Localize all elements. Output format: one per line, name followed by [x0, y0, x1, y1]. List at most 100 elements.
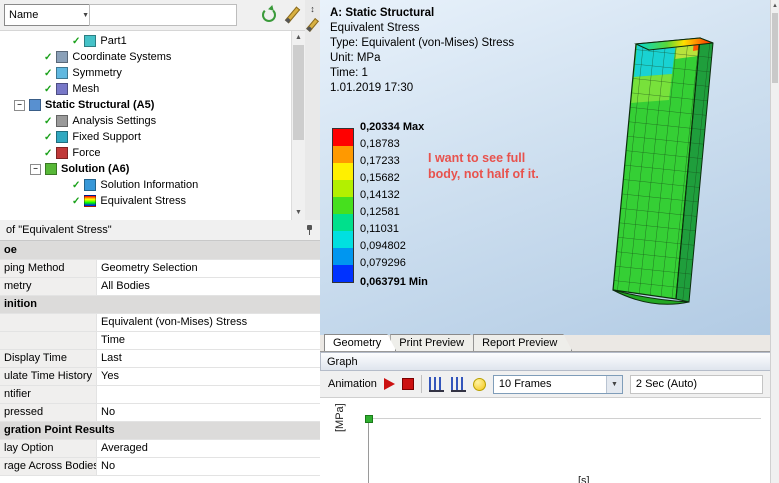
solution-information-icon [84, 179, 97, 191]
legend-band [333, 146, 353, 163]
scroll-down-icon[interactable]: ▼ [292, 206, 305, 219]
chevron-down-icon[interactable]: ▼ [605, 375, 622, 393]
details-value[interactable] [97, 386, 320, 403]
duration-field[interactable]: 2 Sec (Auto) [629, 374, 763, 394]
legend-band [333, 129, 353, 146]
animation-toolbar: Animation 10 Frames ▼ 2 Sec (Auto) [320, 371, 771, 398]
refresh-tree-button[interactable] [258, 4, 280, 26]
tree-item-force[interactable]: ✓ Force [0, 145, 292, 161]
y-axis-label: [MPa] [334, 403, 346, 432]
scroll-up-icon[interactable]: ▲ [771, 0, 779, 13]
scrollbar-thumb[interactable] [293, 45, 304, 140]
legend-band [333, 231, 353, 248]
graph-plot-area[interactable]: [MPa] [s] [320, 398, 771, 483]
details-row: Equivalent (von-Mises) Stress [0, 314, 320, 332]
details-value[interactable]: All Bodies [97, 278, 320, 295]
time-steps-icon[interactable] [450, 376, 466, 392]
tab-report-preview[interactable]: Report Preview [473, 334, 572, 351]
lightbulb-icon[interactable] [472, 377, 486, 391]
tree-filter-input[interactable] [89, 4, 237, 26]
details-label: metry [0, 278, 97, 295]
graphics-viewport[interactable]: A: Static Structural Equivalent Stress T… [320, 0, 771, 335]
result-sets-icon[interactable] [428, 376, 444, 392]
tree-item-label: Analysis Settings [72, 115, 157, 127]
details-value[interactable]: Time [97, 332, 320, 349]
details-grid: oe ping Method Geometry Selection metry … [0, 241, 320, 483]
panel-arrows-icon[interactable]: ↕ [306, 2, 319, 16]
scrollbar-thumb[interactable] [772, 13, 778, 83]
details-value[interactable]: Yes [97, 368, 320, 385]
play-button[interactable] [383, 378, 395, 390]
outline-tree-panel: Name ▼ ✓ Part1 ✓ Coordinate Systems ✓ Sy… [0, 0, 306, 221]
tab-print-preview[interactable]: Print Preview [390, 334, 479, 351]
stress-result-model[interactable] [558, 12, 758, 322]
plot-y-axis [368, 418, 369, 483]
details-value[interactable]: Last [97, 350, 320, 367]
checkmark-icon: ✓ [44, 115, 53, 127]
details-label: ulate Time History [0, 368, 97, 385]
graph-panel-title: Graph [327, 355, 358, 368]
details-value[interactable]: No [97, 458, 320, 475]
panel-edge-strip: ↕ [305, 0, 321, 220]
scroll-up-icon[interactable]: ▲ [292, 31, 305, 44]
panel-edit-icon[interactable] [306, 18, 319, 32]
details-value[interactable]: Averaged [97, 440, 320, 457]
result-name: Equivalent Stress [330, 22, 420, 34]
details-row: ntifier [0, 386, 320, 404]
details-label [0, 314, 97, 331]
details-value[interactable]: No [97, 404, 320, 421]
details-group-header: inition [0, 296, 320, 313]
tree-item-coordinate-systems[interactable]: ✓ Coordinate Systems [0, 49, 292, 65]
annotation-line: I want to see full [428, 151, 526, 165]
stop-button[interactable] [401, 378, 414, 390]
vertical-scrollbar[interactable]: ▲ [770, 0, 779, 483]
equivalent-stress-icon [84, 195, 97, 207]
tree-item-equivalent-stress[interactable]: ✓ Equivalent Stress [0, 193, 292, 209]
edit-filter-button[interactable] [281, 4, 303, 26]
plot-top-gridline [368, 418, 761, 419]
result-type: Type: Equivalent (von-Mises) Stress [330, 37, 515, 49]
name-filter-dropdown[interactable]: Name ▼ [4, 4, 94, 26]
details-label: pressed [0, 404, 97, 421]
details-row: oe [0, 242, 320, 260]
tree-scrollbar[interactable]: ▲ ▼ [291, 31, 305, 220]
result-info-block: A: Static Structural Equivalent Stress T… [330, 6, 514, 96]
duration-value: 2 Sec (Auto) [635, 378, 698, 390]
tree-item-label: Mesh [72, 83, 100, 95]
checkmark-icon: ✓ [44, 131, 53, 143]
mesh-icon [56, 83, 69, 95]
tree-item-mesh[interactable]: ✓ Mesh [0, 81, 292, 97]
legend-band [333, 163, 353, 180]
tree-item-label: Coordinate Systems [72, 51, 172, 63]
view-tabs-bar: Geometry Print Preview Report Preview [320, 335, 771, 352]
details-value[interactable]: Geometry Selection [97, 260, 320, 277]
tree-item-part1[interactable]: ✓ Part1 [0, 33, 292, 49]
tree-item-label: Solution Information [100, 179, 199, 191]
tree-item-analysis-settings[interactable]: ✓ Analysis Settings [0, 113, 292, 129]
tree-item-fixed-support[interactable]: ✓ Fixed Support [0, 129, 292, 145]
checkmark-icon: ✓ [44, 51, 53, 63]
tree-item-solution-information[interactable]: ✓ Solution Information [0, 177, 292, 193]
legend-band [333, 197, 353, 214]
tree-item-static-structural[interactable]: − Static Structural (A5) [0, 97, 292, 113]
legend-value: 0,17233 [360, 155, 400, 167]
timeline-marker[interactable] [365, 415, 373, 423]
checkmark-icon: ✓ [44, 83, 53, 95]
tab-geometry[interactable]: Geometry [324, 334, 396, 351]
details-value[interactable]: Equivalent (von-Mises) Stress [97, 314, 320, 331]
frames-dropdown[interactable]: 10 Frames ▼ [492, 374, 623, 394]
details-row: ulate Time History Yes [0, 368, 320, 386]
tree-item-label: Solution (A6) [61, 163, 130, 175]
pin-icon[interactable] [304, 225, 314, 235]
tab-label: Report Preview [482, 337, 558, 349]
legend-value: 0,14132 [360, 189, 400, 201]
checkmark-icon: ✓ [44, 147, 53, 159]
tree-item-label: Force [72, 147, 101, 159]
legend-value-max: 0,20334 Max [360, 121, 425, 133]
collapse-toggle[interactable]: − [14, 99, 25, 111]
details-title: of "Equivalent Stress" [6, 224, 112, 236]
tree-item-solution[interactable]: − Solution (A6) [0, 161, 292, 177]
tree-item-symmetry[interactable]: ✓ Symmetry [0, 65, 292, 81]
collapse-toggle[interactable]: − [30, 163, 41, 175]
tab-label: Geometry [333, 337, 382, 349]
